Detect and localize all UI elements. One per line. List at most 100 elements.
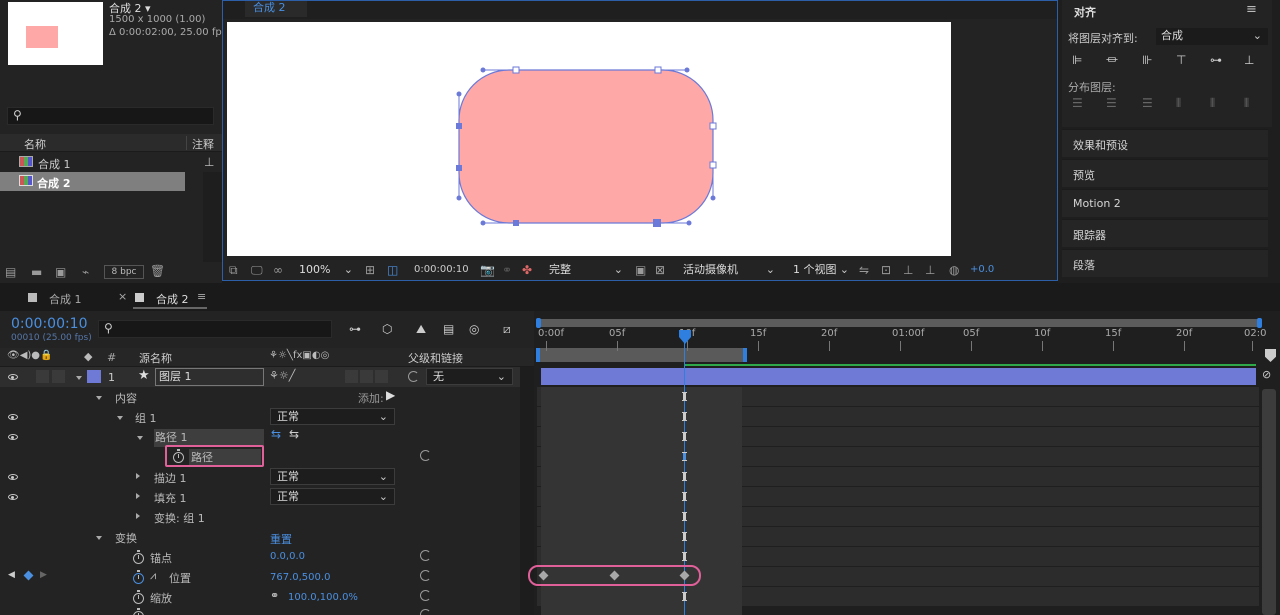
stroke-mode-dropdown[interactable]: 正常 [270, 468, 395, 485]
col-name[interactable]: 名称 [24, 136, 46, 152]
flowchart-icon[interactable]: ⊥ [204, 155, 214, 169]
navigator-end-handle[interactable] [1257, 318, 1262, 328]
time-navigator[interactable] [536, 318, 1262, 328]
chevron-right-icon[interactable] [136, 473, 140, 479]
pickwhip-icon[interactable] [408, 371, 419, 382]
stopwatch-icon[interactable] [133, 608, 144, 615]
align-hcenter-icon[interactable]: ⏛ [1106, 53, 1118, 67]
shape-layer[interactable] [227, 22, 951, 256]
project-settings-icon[interactable]: ⌁ [82, 265, 89, 279]
col-parent[interactable]: 父级和链接 [408, 350, 463, 366]
menu-icon[interactable]: ≡ [1246, 2, 1257, 17]
reset-link[interactable]: 重置 [270, 531, 292, 547]
snapshot-icon[interactable]: 📷 [480, 263, 495, 277]
prev-keyframe-icon[interactable]: ◀ [8, 570, 15, 580]
panel-motion2[interactable]: Motion 2 [1062, 189, 1268, 217]
keyframe-toggle-icon[interactable] [23, 570, 34, 581]
close-icon[interactable]: × [118, 290, 127, 303]
project-scrollbar[interactable] [203, 172, 222, 262]
navigator-start-handle[interactable] [536, 318, 541, 328]
lock-box[interactable] [52, 370, 65, 383]
mask-visibility-icon[interactable]: ◫ [387, 263, 398, 277]
chevron-down-icon[interactable] [96, 396, 102, 400]
timeline-timecode[interactable]: 0:00:00:10 [11, 316, 88, 332]
shy-layers-icon[interactable]: ⛰ [416, 322, 426, 336]
parent-dropdown[interactable]: 无 [426, 368, 513, 385]
camera-dropdown[interactable]: 活动摄像机 [679, 262, 781, 278]
align-right-icon[interactable]: ⊪ [1142, 53, 1152, 67]
chevron-right-icon[interactable] [136, 513, 140, 519]
motion-blur-icon[interactable]: ◎ [469, 322, 479, 336]
align-left-icon[interactable]: ⊫ [1072, 53, 1082, 67]
project-item-comp2[interactable]: 合成 2 [0, 172, 185, 191]
stopwatch-active-icon[interactable] [133, 570, 144, 584]
switch-boxes[interactable] [360, 370, 373, 383]
panel-effects-presets[interactable]: 效果和预设 [1062, 129, 1268, 157]
tab-comp2[interactable]: 合成 2 [156, 291, 189, 307]
expand-chevron-icon[interactable] [76, 376, 82, 380]
show-snapshot-icon[interactable]: ⚭ [502, 263, 512, 277]
distribute-hcenter-icon[interactable]: ⫴ [1210, 96, 1215, 110]
distribute-vcenter-icon[interactable]: ☰ [1106, 96, 1117, 110]
distribute-top-icon[interactable]: ☰ [1072, 96, 1083, 110]
visibility-eye-icon[interactable] [8, 434, 18, 440]
work-area-end[interactable] [743, 348, 747, 362]
timeline-icon[interactable]: ⊥ [903, 263, 913, 277]
layer-switches[interactable]: ⚘☼╱ [269, 369, 295, 382]
layer-bar-end-icon[interactable]: ⊘ [1262, 368, 1276, 385]
anchor-value[interactable]: 0.0,0.0 [270, 551, 305, 562]
reset-exposure-icon[interactable]: ◍ [949, 263, 959, 277]
scale-value[interactable]: 100.0,100.0% [288, 592, 358, 603]
visibility-eye-icon[interactable] [8, 474, 18, 480]
panel-tracker[interactable]: 跟踪器 [1062, 219, 1268, 247]
distribute-left-icon[interactable]: ⫴ [1176, 96, 1181, 110]
bpc-button[interactable]: 8 bpc [104, 265, 144, 279]
pickwhip-icon[interactable] [420, 570, 431, 581]
project-item-comp1[interactable]: 合成 1 [0, 153, 200, 172]
chevron-down-icon[interactable] [137, 436, 143, 440]
fill-mode-dropdown[interactable]: 正常 [270, 488, 395, 505]
align-vcenter-icon[interactable]: ⊶ [1210, 53, 1222, 67]
layer-row[interactable]: 1 ★ 图层 1 ⚘☼╱ 无 [0, 367, 520, 387]
label-color-swatch[interactable] [87, 370, 101, 383]
position-value[interactable]: 767.0,500.0 [270, 572, 330, 583]
comp-marker-icon[interactable] [1265, 349, 1276, 362]
col-comment[interactable]: 注释 [192, 136, 214, 152]
interpret-footage-icon[interactable]: ▤ [5, 265, 16, 279]
pickwhip-icon[interactable] [420, 609, 431, 615]
zoom-dropdown[interactable]: 100% [295, 262, 359, 278]
timeline-search-input[interactable]: ⚲ [98, 320, 332, 338]
align-top-icon[interactable]: ⊤ [1176, 53, 1186, 67]
path-direction-icon[interactable]: ⇆ [289, 427, 299, 441]
path-property-highlight[interactable]: 路径 [165, 445, 264, 467]
blend-mode-dropdown[interactable]: 正常 [270, 408, 395, 425]
switch-boxes[interactable] [345, 370, 358, 383]
layer-duration-bar[interactable] [541, 368, 1256, 385]
chevron-down-icon[interactable] [96, 536, 102, 540]
fast-preview-icon[interactable]: ⊡ [881, 263, 891, 277]
quality-dropdown[interactable]: 完整 [545, 262, 629, 278]
resolution-grid-icon[interactable]: ⊞ [365, 263, 375, 277]
distribute-right-icon[interactable]: ⫴ [1244, 96, 1249, 110]
work-area-bar[interactable] [536, 348, 747, 362]
distribute-bottom-icon[interactable]: ☰ [1142, 96, 1153, 110]
trash-icon[interactable]: 🗑 [150, 264, 165, 278]
toggle-pixel-icon[interactable]: ⇋ [859, 263, 869, 277]
pickwhip-icon[interactable] [420, 550, 431, 561]
viewer-timecode[interactable]: 0:00:00:10 [414, 264, 469, 275]
flowchart-icon[interactable]: ⊥ [925, 263, 935, 277]
path-direction-icon[interactable]: ⇆ [271, 427, 281, 441]
exposure-value[interactable]: +0.0 [970, 264, 994, 275]
draft-3d-icon[interactable]: ⬡ [382, 322, 392, 336]
rounded-rectangle-shape[interactable] [458, 69, 714, 224]
layer-name-field[interactable]: 图层 1 [155, 368, 264, 386]
timeline-scrollbar[interactable] [1262, 389, 1276, 615]
visibility-eye-icon[interactable] [8, 494, 18, 500]
vr-icon[interactable]: ∞ [273, 263, 283, 277]
comp-mini-flowchart-icon[interactable]: ⊶ [349, 322, 361, 336]
region-of-interest-icon[interactable]: ▣ [635, 263, 646, 277]
stopwatch-icon[interactable] [173, 449, 184, 463]
align-to-dropdown[interactable]: 合成 [1156, 28, 1268, 45]
graph-editor-icon[interactable]: ⧄ [503, 322, 511, 336]
new-comp-icon[interactable]: ▣ [55, 265, 66, 279]
